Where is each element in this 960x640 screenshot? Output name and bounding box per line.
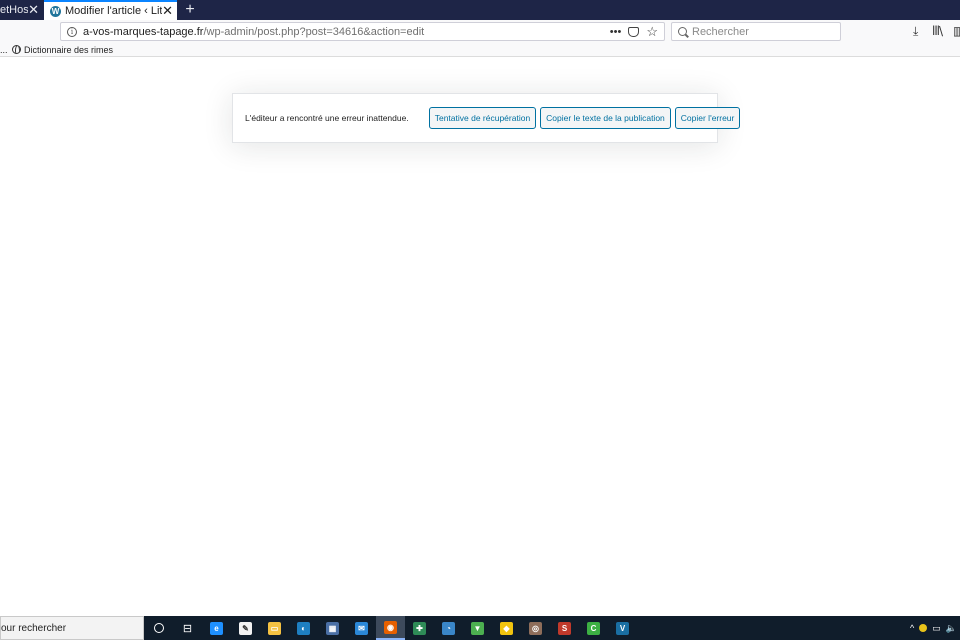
tab-close-icon[interactable]: ✕: [28, 0, 39, 20]
shield-app-glyph: ▼: [471, 621, 484, 635]
tab-edit-article[interactable]: W Modifier l'article ‹ Littérature, n ✕: [44, 0, 177, 20]
system-tray: ^ ▭ 🔈: [910, 616, 960, 640]
sidebar-icon[interactable]: ▥: [953, 24, 960, 38]
app-7-glyph: S: [558, 621, 571, 635]
tab-strip: etHoster ✕ W Modifier l'article ‹ Littér…: [0, 0, 960, 20]
mail-icon[interactable]: ✉: [347, 616, 376, 640]
bookmarks-bar: ... Dictionnaire des rimes: [0, 43, 960, 57]
app-3-glyph: ✚: [413, 621, 426, 635]
bookmarks-overflow[interactable]: ...: [0, 45, 12, 55]
taskbar-apps: ⊟ e ✎ ▭ ◐ ▦ ✉ ◉ ✚ ◔ ▼ ◆ ◎ S C V: [144, 616, 637, 640]
error-message: L'éditeur a rencontré une erreur inatten…: [245, 113, 409, 123]
tab-ethoster[interactable]: etHoster ✕: [0, 0, 43, 20]
search-placeholder: Rechercher: [692, 25, 749, 38]
tray-app-icon[interactable]: [919, 624, 928, 632]
app-6-glyph: ◎: [529, 621, 542, 635]
firefox-icon[interactable]: ◉: [376, 616, 405, 640]
app-2-glyph: ▦: [326, 621, 339, 635]
editor-error-notice: L'éditeur a rencontré une erreur inatten…: [232, 93, 741, 143]
camtasia-icon[interactable]: C: [579, 616, 608, 640]
app-8-glyph: V: [616, 621, 629, 635]
page-content: L'éditeur a rencontré une erreur inatten…: [0, 57, 960, 616]
bookmark-label: Dictionnaire des rimes: [24, 44, 114, 55]
notepad-glyph: ✎: [239, 621, 252, 635]
taskbar-search-box[interactable]: our rechercher: [0, 616, 144, 640]
app-icon-7[interactable]: S: [550, 616, 579, 640]
volume-icon[interactable]: 🔈: [946, 623, 957, 634]
app-1-glyph: ◐: [297, 621, 310, 635]
tab-close-icon[interactable]: ✕: [162, 1, 173, 21]
url-text[interactable]: a-vos-marques-tapage.fr/wp-admin/post.ph…: [83, 26, 610, 38]
firefox-glyph: ◉: [384, 620, 397, 634]
edge-icon[interactable]: e: [202, 616, 231, 640]
app-icon-2[interactable]: ▦: [318, 616, 347, 640]
cortana-ring: [153, 623, 164, 633]
site-info-icon[interactable]: i: [67, 26, 77, 37]
app-5-glyph: ◆: [500, 621, 513, 635]
windows-taskbar: our rechercher ⊟ e ✎ ▭ ◐ ▦ ✉ ◉ ✚ ◔ ▼ ◆ ◎ S C V ^ ▭ 🔈: [0, 616, 960, 640]
page-actions-menu-icon[interactable]: •••: [610, 26, 622, 38]
downloads-icon[interactable]: ⤓: [913, 24, 918, 39]
tab-title: Modifier l'article ‹ Littérature, n: [65, 5, 163, 17]
globe-icon: [12, 45, 21, 54]
tray-chevron-icon[interactable]: ^: [910, 623, 914, 633]
notepad-icon[interactable]: ✎: [231, 616, 260, 640]
shield-app-icon[interactable]: ▼: [463, 616, 492, 640]
nav-toolbar: i a-vos-marques-tapage.fr/wp-admin/post.…: [0, 20, 960, 43]
bookmark-star-icon[interactable]: ☆: [646, 25, 658, 38]
url-domain: a-vos-marques-tapage.fr: [83, 25, 204, 38]
url-path: /wp-admin/post.php?post=34616&action=edi…: [203, 25, 425, 38]
app-icon-3[interactable]: ✚: [405, 616, 434, 640]
task-view-icon[interactable]: ⊟: [173, 616, 202, 640]
attempt-recovery-button[interactable]: Tentative de récupération: [428, 107, 537, 129]
library-icon[interactable]: lll\: [932, 24, 943, 38]
tab-title: etHoster: [0, 4, 29, 16]
search-bar[interactable]: Rechercher: [671, 22, 841, 41]
app-icon-5[interactable]: ◆: [492, 616, 521, 640]
pocket-icon[interactable]: [628, 26, 640, 37]
file-explorer-glyph: ▭: [268, 621, 281, 635]
new-tab-button[interactable]: +: [179, 0, 201, 20]
copy-error-button[interactable]: Copier l'erreur: [674, 107, 741, 129]
cortana-icon[interactable]: [144, 616, 173, 640]
app-icon-8[interactable]: V: [608, 616, 637, 640]
wordpress-icon: W: [50, 5, 61, 17]
network-icon[interactable]: ▭: [932, 623, 941, 634]
app-4-glyph: ◔: [442, 621, 455, 635]
app-icon-6[interactable]: ◎: [521, 616, 550, 640]
taskbar-search-text: our rechercher: [1, 622, 67, 634]
app-icon-4[interactable]: ◔: [434, 616, 463, 640]
bookmark-dictionnaire-des-rimes[interactable]: Dictionnaire des rimes: [12, 45, 113, 55]
edge-glyph: e: [210, 621, 223, 635]
page-actions: ••• ☆: [610, 25, 664, 38]
file-explorer-icon[interactable]: ▭: [260, 616, 289, 640]
url-bar[interactable]: i a-vos-marques-tapage.fr/wp-admin/post.…: [60, 22, 665, 41]
copy-post-text-button[interactable]: Copier le texte de la publication: [540, 107, 671, 129]
app-icon-1[interactable]: ◐: [289, 616, 318, 640]
mail-glyph: ✉: [355, 621, 368, 635]
search-icon: [678, 27, 687, 36]
camtasia-glyph: C: [587, 621, 600, 635]
